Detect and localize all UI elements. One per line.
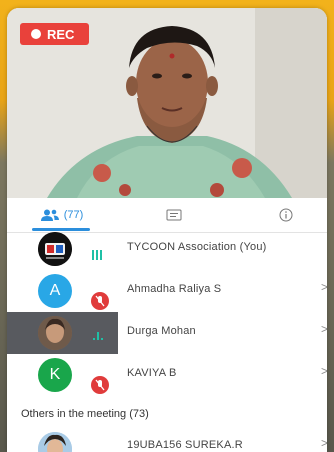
chevron-right-icon[interactable]: >	[321, 436, 327, 450]
recording-badge: REC	[20, 23, 89, 45]
meeting-panel: REC (77) TYCOON Association (You) A Ahma…	[7, 8, 327, 452]
chevron-right-icon[interactable]: >	[321, 280, 327, 294]
info-icon	[279, 208, 293, 221]
mic-muted-icon	[91, 292, 109, 310]
tycoon-logo-icon	[38, 232, 72, 266]
chat-icon	[166, 209, 182, 220]
tab-participants[interactable]: (77)	[29, 198, 95, 231]
avatar: A	[38, 274, 72, 308]
avatar	[38, 316, 72, 350]
profile-photo-icon	[38, 316, 72, 350]
record-dot-icon	[31, 29, 41, 39]
avatar	[38, 232, 72, 266]
participant-name: Durga Mohan	[127, 325, 196, 337]
participant-row[interactable]: K KAVIYA B >	[7, 354, 327, 396]
participant-name: KAVIYA B	[127, 367, 177, 379]
participant-row[interactable]: Durga Mohan >	[7, 312, 327, 354]
participant-name: TYCOON Association (You)	[127, 241, 267, 253]
tab-chat[interactable]	[157, 198, 191, 231]
tab-info[interactable]	[271, 198, 301, 231]
people-icon	[40, 209, 59, 221]
active-speaker-video[interactable]: REC	[7, 8, 327, 198]
participant-name: Ahmadha Raliya S	[127, 283, 222, 295]
profile-photo-icon	[38, 432, 72, 452]
participant-name: 19UBA156 SUREKA.R	[127, 439, 243, 451]
mic-muted-icon	[91, 376, 109, 394]
participant-count: (77)	[63, 208, 84, 221]
participant-row[interactable]: 19UBA156 SUREKA.R >	[7, 428, 327, 452]
avatar	[38, 432, 72, 452]
chevron-right-icon[interactable]: >	[321, 364, 327, 378]
others-section-label: Others in the meeting (73)	[21, 408, 149, 420]
speaking-indicator-icon	[93, 332, 103, 340]
participant-row[interactable]: TYCOON Association (You)	[7, 228, 327, 270]
avatar: K	[38, 358, 72, 392]
chevron-right-icon[interactable]: >	[321, 322, 327, 336]
speaking-indicator-icon	[92, 250, 102, 260]
recording-label: REC	[47, 26, 75, 42]
participant-row[interactable]: A Ahmadha Raliya S >	[7, 270, 327, 312]
